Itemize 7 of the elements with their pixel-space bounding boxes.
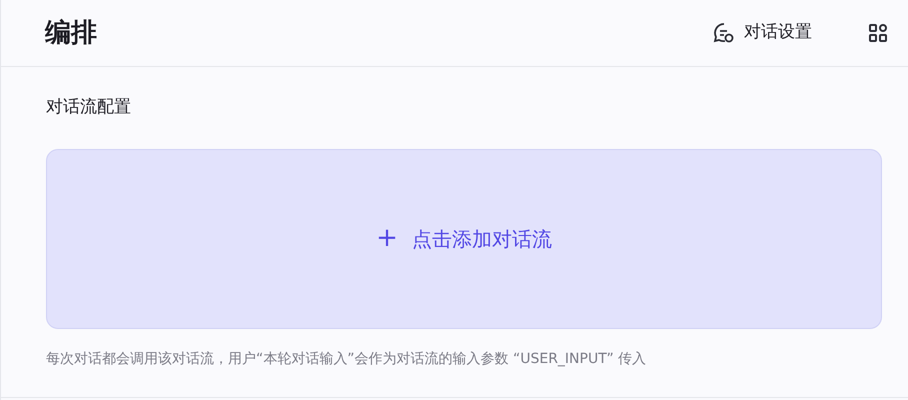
description-text: 每次对话都会调用该对话流，用户“本轮对话输入”会作为对话流的输入参数 “USER_INPUT” 传入 bbox=[46, 350, 648, 368]
grid-icon[interactable] bbox=[868, 23, 888, 43]
section-title: 对话流配置 bbox=[46, 96, 132, 119]
dialog-settings-button[interactable]: 对话设置 bbox=[712, 20, 812, 46]
chat-settings-icon bbox=[712, 21, 736, 45]
page-title: 编排 bbox=[45, 16, 97, 50]
add-dialog-flow-button[interactable]: + 点击添加对话流 bbox=[46, 148, 882, 328]
